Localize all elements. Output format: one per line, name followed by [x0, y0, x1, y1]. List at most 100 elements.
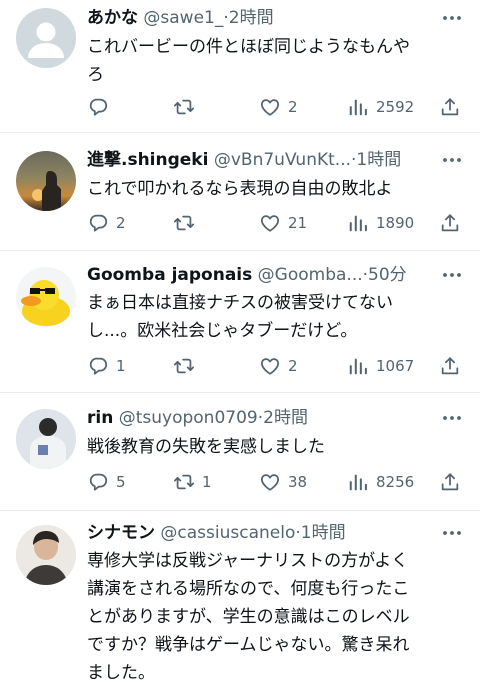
- tweet-text-line: ました。: [87, 663, 155, 683]
- display-name[interactable]: あかな: [87, 8, 138, 28]
- timestamp[interactable]: 2時間: [229, 8, 274, 28]
- action-bar: 2 2592: [87, 94, 465, 120]
- reply-button[interactable]: [87, 94, 116, 120]
- user-handle[interactable]: @cassiuscanelo: [160, 523, 295, 543]
- tweet-text: これで叩かれるなら表現の自由の敗北よ: [87, 175, 459, 203]
- retweet-button[interactable]: [173, 353, 202, 379]
- reply-count: 1: [116, 357, 126, 375]
- tweet-text-line: し...。欧米社会じゃタブーだけど。: [87, 321, 358, 341]
- like-count: 2: [288, 98, 298, 116]
- more-icon[interactable]: [440, 521, 464, 545]
- retweet-button[interactable]: [173, 210, 202, 236]
- views-button[interactable]: 2592: [347, 94, 414, 120]
- retweet-count: 1: [202, 473, 212, 491]
- reply-count: 5: [116, 473, 126, 491]
- tweet-header: シナモン @cassiuscanelo·1時間: [87, 519, 424, 547]
- avatar[interactable]: [16, 409, 76, 469]
- share-button[interactable]: [439, 469, 461, 495]
- views-button[interactable]: 8256: [347, 469, 414, 495]
- tweet[interactable]: あかな @sawe1_·2時間 これバービーの件とほぼ同じようなもんや ろ 2 …: [0, 0, 480, 133]
- like-count: 2: [288, 357, 298, 375]
- user-handle[interactable]: @Goomba...: [258, 265, 363, 285]
- share-button[interactable]: [439, 353, 461, 379]
- tweet[interactable]: 進撃.shingeki @vBn7uVunKt...·1時間 これで叩かれるなら…: [0, 133, 480, 251]
- share-icon: [439, 212, 461, 234]
- reply-icon: [87, 212, 109, 234]
- share-icon: [439, 471, 461, 493]
- like-button[interactable]: 2: [259, 94, 298, 120]
- share-button[interactable]: [439, 210, 461, 236]
- more-icon[interactable]: [440, 263, 464, 287]
- views-count: 1067: [376, 357, 415, 375]
- like-count: 21: [288, 214, 308, 232]
- action-bar: 2 21 1890: [87, 210, 465, 236]
- tweet-text: まぁ日本は直接ナチスの被害受けてない し...。欧米社会じゃタブーだけど。: [87, 289, 459, 345]
- timestamp[interactable]: 2時間: [263, 408, 308, 428]
- tweet-text: これバービーの件とほぼ同じようなもんや ろ: [87, 33, 459, 89]
- like-icon: [259, 212, 281, 234]
- avatar[interactable]: [16, 267, 76, 327]
- like-button[interactable]: 2: [259, 353, 298, 379]
- share-button[interactable]: [439, 94, 461, 120]
- timestamp[interactable]: 1時間: [301, 523, 346, 543]
- reply-icon: [87, 471, 109, 493]
- tweet-text-line: これで叩かれるなら表現の自由の敗北よ: [87, 179, 393, 199]
- avatar[interactable]: [16, 8, 76, 68]
- silhouette-icon: [32, 171, 61, 211]
- retweet-icon: [173, 471, 195, 493]
- views-button[interactable]: 1067: [347, 353, 414, 379]
- reply-icon: [87, 96, 109, 118]
- display-name[interactable]: Goomba japonais: [87, 265, 252, 285]
- retweet-icon: [173, 96, 195, 118]
- views-button[interactable]: 1890: [347, 210, 414, 236]
- person-avatar-icon: [16, 409, 76, 469]
- reply-icon: [87, 355, 109, 377]
- tweet[interactable]: rin @tsuyopon0709·2時間 戦後教育の失敗を実感しました 5 1…: [0, 393, 480, 511]
- tweet-text-line: ですか？戦争はゲームじゃない。驚き呆れ: [87, 635, 410, 655]
- retweet-button[interactable]: 1: [173, 469, 212, 495]
- tweet-header: あかな @sawe1_·2時間: [87, 4, 424, 32]
- like-button[interactable]: 38: [259, 469, 307, 495]
- person-avatar-icon: [16, 525, 76, 585]
- action-bar: 1 2 1067: [87, 353, 465, 379]
- tweet-text: 戦後教育の失敗を実感しました: [87, 433, 459, 461]
- user-handle[interactable]: @tsuyopon0709: [119, 408, 258, 428]
- like-count: 38: [288, 473, 308, 491]
- views-count: 1890: [376, 214, 415, 232]
- reply-count: 2: [116, 214, 126, 232]
- user-handle[interactable]: @sawe1_: [143, 8, 223, 28]
- views-icon: [347, 355, 369, 377]
- avatar[interactable]: [16, 525, 76, 585]
- tweet[interactable]: Goomba japonais @Goomba...·50分 まぁ日本は直接ナチ…: [0, 251, 480, 393]
- reply-button[interactable]: 2: [87, 210, 126, 236]
- tweet-header: 進撃.shingeki @vBn7uVunKt...·1時間: [87, 146, 424, 174]
- more-icon[interactable]: [440, 406, 464, 430]
- views-icon: [347, 471, 369, 493]
- timestamp[interactable]: 50分: [368, 265, 407, 285]
- timestamp[interactable]: 1時間: [356, 150, 401, 170]
- retweet-icon: [173, 212, 195, 234]
- more-icon[interactable]: [440, 148, 464, 172]
- like-icon: [259, 355, 281, 377]
- views-count: 8256: [376, 473, 415, 491]
- default-avatar-icon: [28, 22, 64, 58]
- display-name[interactable]: シナモン: [87, 523, 155, 543]
- like-button[interactable]: 21: [259, 210, 307, 236]
- more-icon[interactable]: [440, 6, 464, 30]
- share-icon: [439, 355, 461, 377]
- action-bar: 5 1 38 8256: [87, 469, 465, 495]
- views-icon: [347, 212, 369, 234]
- avatar[interactable]: [16, 151, 76, 211]
- reply-button[interactable]: 5: [87, 469, 126, 495]
- tweet-text-line: 戦後教育の失敗を実感しました: [87, 437, 325, 457]
- tweet-text-line: とがありますが、学生の意識はこのレベル: [87, 607, 410, 627]
- tweet-text-line: 専修大学は反戦ジャーナリストの方がよく: [87, 551, 409, 571]
- reply-button[interactable]: 1: [87, 353, 126, 379]
- display-name[interactable]: rin: [87, 408, 113, 428]
- display-name[interactable]: 進撃.shingeki: [87, 150, 208, 170]
- user-handle[interactable]: @vBn7uVunKt...: [214, 150, 351, 170]
- like-icon: [259, 96, 281, 118]
- retweet-button[interactable]: [173, 94, 202, 120]
- tweet[interactable]: シナモン @cassiuscanelo·1時間 専修大学は反戦ジャーナリストの方…: [0, 511, 480, 683]
- tweet-header: rin @tsuyopon0709·2時間: [87, 404, 424, 432]
